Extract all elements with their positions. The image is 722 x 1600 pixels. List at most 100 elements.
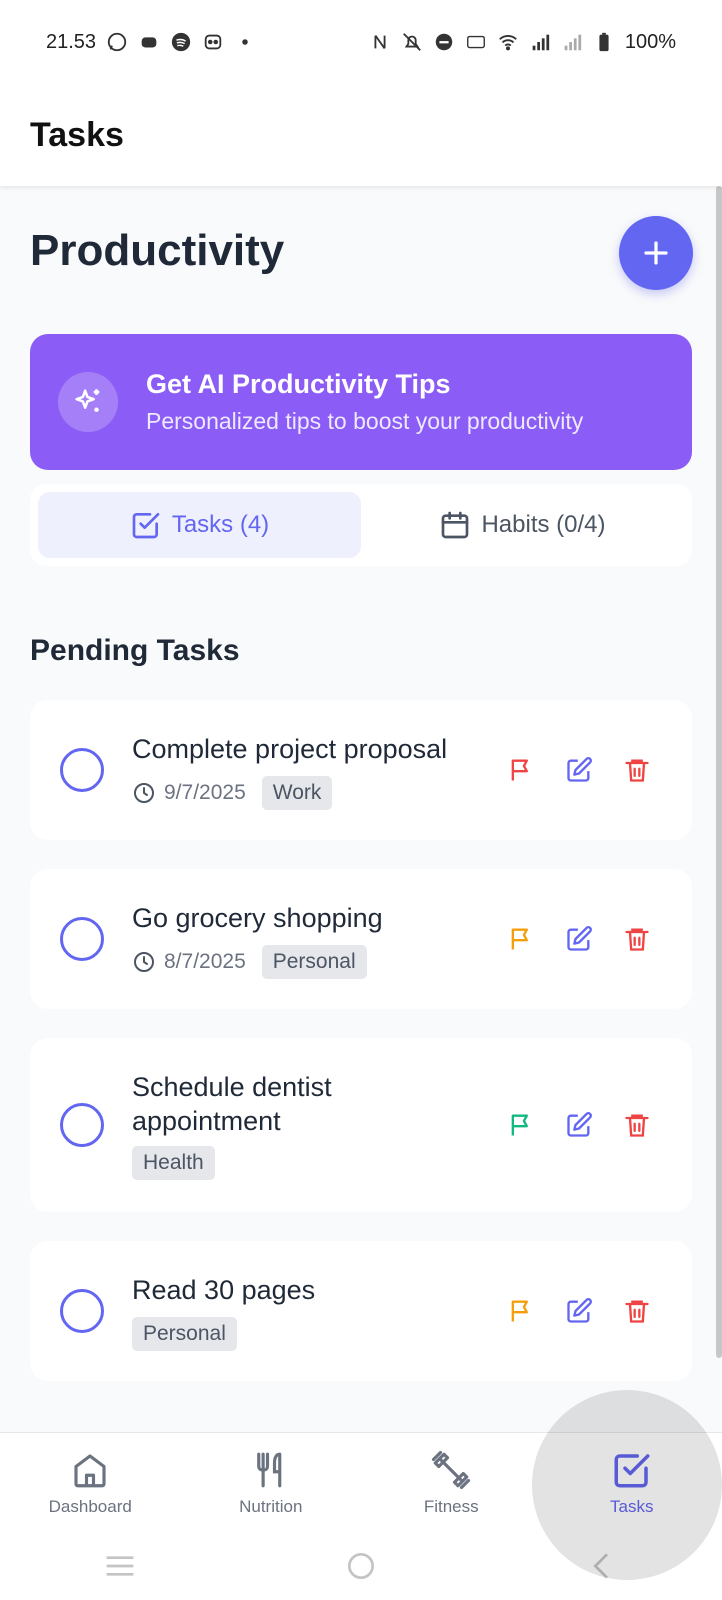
priority-flag-button[interactable] [504, 753, 538, 787]
nav-label-nutrition: Nutrition [239, 1496, 303, 1516]
main-content: Productivity Get AI Productivity Tips Pe… [0, 186, 722, 1432]
edit-icon [567, 1112, 592, 1137]
tab-tasks-label: Tasks (4) [171, 511, 270, 538]
recents-icon[interactable] [100, 1546, 140, 1586]
trash-icon [625, 1114, 649, 1137]
edit-icon [567, 926, 592, 951]
status-bar: 21.53 100% [0, 0, 722, 84]
task-meta: 8/7/2025 Personal [132, 945, 367, 979]
flag-icon [511, 759, 528, 781]
more-notifications-dot-icon [234, 31, 256, 53]
ai-banner-subtitle: Personalized tips to boost your producti… [146, 408, 584, 434]
nav-item-nutrition[interactable]: Nutrition [181, 1433, 362, 1532]
task-meta: Health [132, 1146, 215, 1180]
spotify-icon [170, 31, 192, 53]
nfc-icon [369, 31, 391, 53]
add-task-button[interactable] [619, 216, 693, 290]
calendar-icon [442, 511, 469, 539]
clock-icon [132, 950, 156, 974]
volte-icon [465, 31, 487, 53]
edit-task-button[interactable] [562, 922, 596, 956]
task-meta: 9/7/2025 Work [132, 776, 333, 810]
task-date: 8/7/2025 [164, 950, 246, 973]
sparkles-icon [75, 389, 100, 412]
priority-flag-button[interactable] [504, 922, 538, 956]
flag-icon [511, 1114, 528, 1136]
task-title: Go grocery shopping [132, 903, 383, 933]
nav-item-dashboard[interactable]: Dashboard [0, 1433, 181, 1532]
page-title: Productivity [30, 226, 285, 275]
task-actions [504, 753, 654, 787]
delete-task-button[interactable] [620, 1108, 654, 1142]
task-title: Complete project proposal [132, 734, 448, 764]
tab-tasks[interactable]: Tasks (4) [38, 492, 361, 558]
app-notification-icon [202, 31, 224, 53]
status-left: 21.53 [46, 31, 256, 54]
tab-switch: Tasks (4) Habits (0/4) [30, 484, 692, 566]
edit-task-button[interactable] [562, 1108, 596, 1142]
task-date: 9/7/2025 [164, 781, 246, 804]
status-time: 21.53 [46, 30, 97, 53]
bell-off-icon [401, 31, 423, 53]
edit-icon [567, 757, 592, 782]
priority-flag-button[interactable] [504, 1108, 538, 1142]
touch-ripple [532, 1390, 722, 1580]
check-square-icon [132, 513, 160, 539]
flag-icon [511, 1300, 528, 1322]
task-actions [504, 1108, 654, 1142]
home-circle-icon[interactable] [341, 1546, 381, 1586]
plus-icon [644, 241, 668, 265]
home-icon [74, 1453, 106, 1487]
trash-icon [625, 1300, 649, 1323]
signal-secondary-icon [561, 31, 583, 53]
edit-task-button[interactable] [562, 753, 596, 787]
task-meta: Personal [132, 1317, 237, 1351]
task-actions [504, 1294, 654, 1328]
tab-habits[interactable]: Habits (0/4) [361, 492, 684, 558]
trash-icon [625, 759, 649, 782]
task-title: Schedule dentist appointment [132, 1072, 332, 1136]
trash-icon [625, 928, 649, 951]
task-card[interactable]: Schedule dentist appointment Health [30, 1038, 692, 1212]
task-title: Read 30 pages [132, 1275, 316, 1305]
ai-tips-banner[interactable]: Get AI Productivity Tips Personalized ti… [30, 334, 692, 470]
task-tag: Personal [261, 945, 367, 979]
ai-banner-title: Get AI Productivity Tips [146, 369, 451, 399]
priority-flag-button[interactable] [504, 1294, 538, 1328]
task-complete-checkbox[interactable] [60, 748, 104, 792]
task-tag: Personal [132, 1317, 237, 1351]
tab-habits-label: Habits (0/4) [481, 511, 606, 538]
status-right: 100% [369, 31, 676, 54]
task-complete-checkbox[interactable] [60, 1103, 104, 1147]
do-not-disturb-icon [433, 31, 455, 53]
clock-icon [132, 781, 156, 805]
task-tag: Work [261, 776, 333, 810]
task-complete-checkbox[interactable] [60, 917, 104, 961]
edit-icon [567, 1298, 592, 1323]
task-complete-checkbox[interactable] [60, 1289, 104, 1333]
section-title: Pending Tasks [30, 634, 240, 667]
delete-task-button[interactable] [620, 1294, 654, 1328]
ai-banner-text: Get AI Productivity Tips Personalized ti… [146, 369, 583, 435]
edit-task-button[interactable] [562, 1294, 596, 1328]
delete-task-button[interactable] [620, 753, 654, 787]
nav-label-fitness: Fitness [423, 1496, 479, 1516]
task-actions [504, 922, 654, 956]
battery-icon [593, 31, 615, 53]
signal-icon [529, 31, 551, 53]
flag-icon [511, 928, 528, 950]
task-card[interactable]: Complete project proposal 9/7/2025 Work [30, 700, 692, 840]
task-card[interactable]: Go grocery shopping 8/7/2025 Personal [30, 869, 692, 1009]
nav-item-fitness[interactable]: Fitness [361, 1433, 542, 1532]
discord-icon [138, 31, 160, 53]
header-title: Tasks [30, 115, 124, 154]
task-card[interactable]: Read 30 pages Personal [30, 1241, 692, 1381]
whatsapp-icon [106, 31, 128, 53]
utensils-icon [256, 1452, 282, 1487]
ai-icon-wrap [58, 372, 118, 432]
task-tag: Health [132, 1146, 215, 1180]
delete-task-button[interactable] [620, 922, 654, 956]
wifi-icon [497, 31, 519, 53]
battery-level: 100% [624, 30, 676, 53]
dumbbell-icon [432, 1450, 471, 1489]
